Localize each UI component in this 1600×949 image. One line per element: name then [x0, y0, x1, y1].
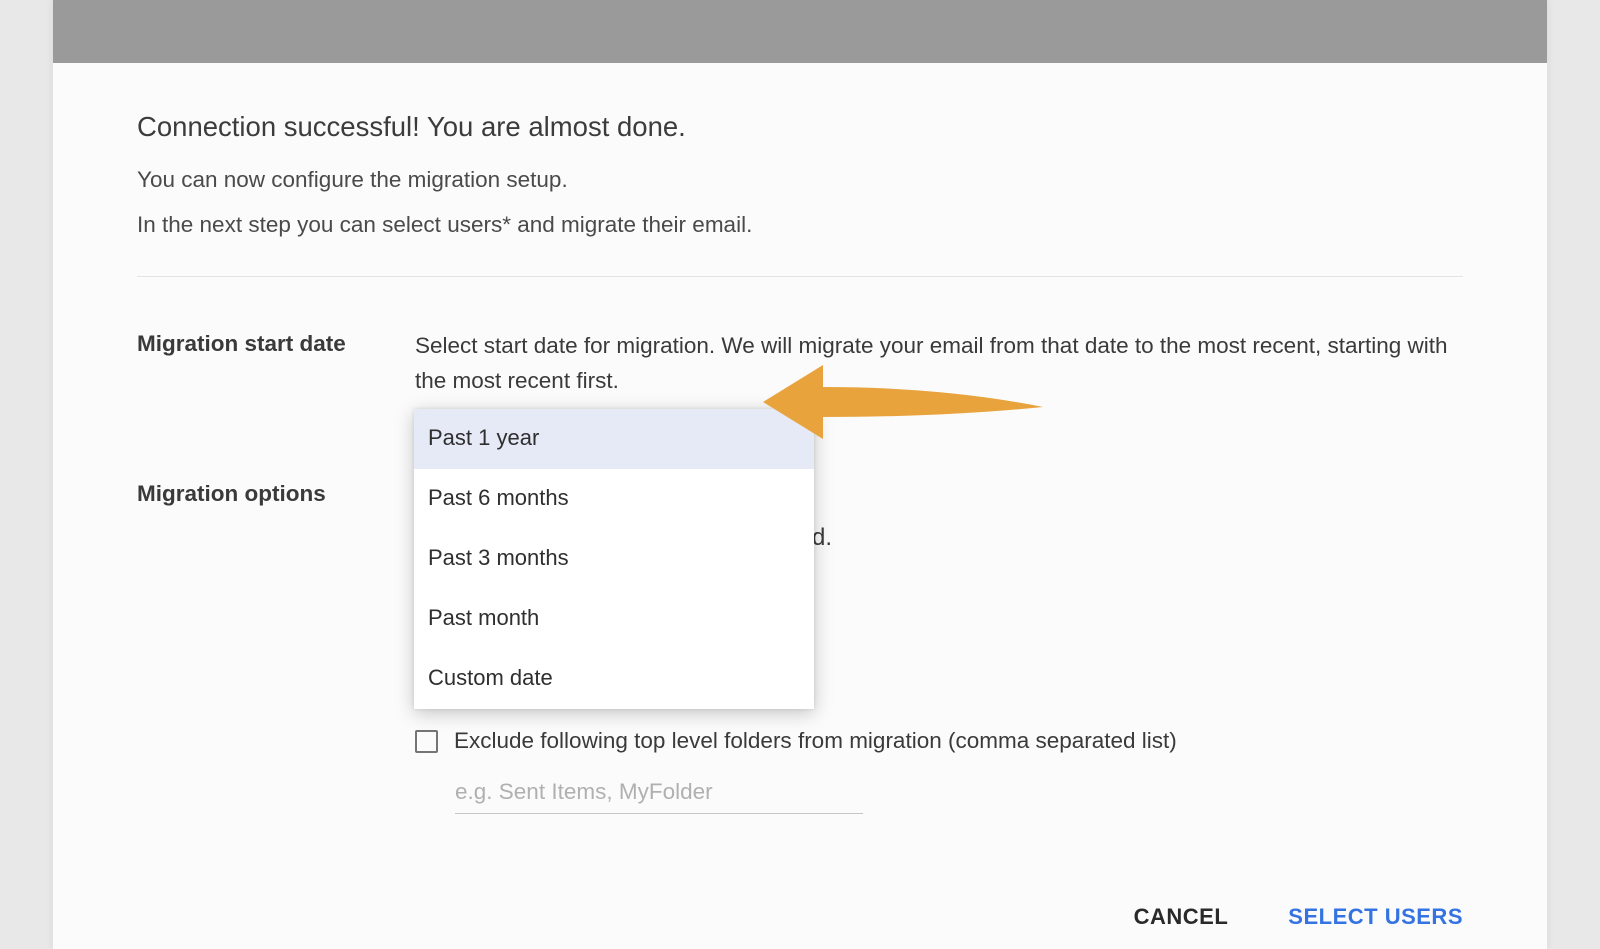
- top-bar: [53, 0, 1547, 63]
- footer-actions: CANCEL SELECT USERS: [415, 814, 1463, 934]
- options-description-fragment: d.: [812, 519, 832, 556]
- start-date-description: Select start date for migration. We will…: [415, 329, 1463, 399]
- migration-options-body: Exclude following top level folders from…: [415, 724, 1463, 814]
- exclude-folders-row: Exclude following top level folders from…: [415, 724, 1463, 759]
- subtitle-line-1: You can now configure the migration setu…: [137, 167, 1463, 193]
- divider: [137, 276, 1463, 277]
- options-row: Migration options: [137, 479, 415, 507]
- dropdown-option-past-1-year[interactable]: Past 1 year: [414, 409, 814, 469]
- exclude-folders-label: Exclude following top level folders from…: [454, 724, 1177, 759]
- exclude-folders-input[interactable]: [455, 773, 863, 814]
- start-date-row: Migration start date Select start date f…: [137, 329, 1463, 934]
- migration-setup-card: Connection successful! You are almost do…: [53, 0, 1547, 949]
- options-label: Migration options: [137, 479, 415, 507]
- exclude-folders-checkbox[interactable]: [415, 730, 438, 753]
- subtitle-line-2: In the next step you can select users* a…: [137, 212, 1463, 238]
- dropdown-option-past-3-months[interactable]: Past 3 months: [414, 529, 814, 589]
- dropdown-option-past-6-months[interactable]: Past 6 months: [414, 469, 814, 529]
- cancel-button[interactable]: CANCEL: [1134, 900, 1229, 934]
- exclude-folders-input-wrap: [455, 773, 863, 814]
- content-area: Connection successful! You are almost do…: [53, 63, 1547, 934]
- dropdown-option-past-month[interactable]: Past month: [414, 589, 814, 649]
- select-users-button[interactable]: SELECT USERS: [1288, 900, 1463, 934]
- start-date-dropdown[interactable]: Past 1 year Past 6 months Past 3 months …: [414, 409, 814, 709]
- start-date-body: Select start date for migration. We will…: [415, 329, 1463, 934]
- page-title: Connection successful! You are almost do…: [137, 111, 1463, 143]
- dropdown-option-custom-date[interactable]: Custom date: [414, 649, 814, 709]
- start-date-label: Migration start date: [137, 329, 415, 357]
